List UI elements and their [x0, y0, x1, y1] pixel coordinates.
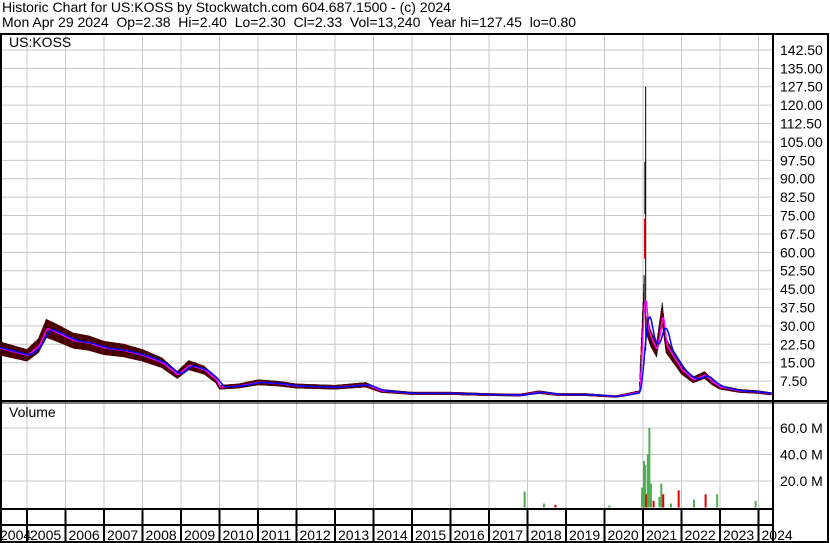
volume-tick-label: 60.0 M [780, 420, 823, 436]
volume-bar [542, 503, 545, 508]
y-tick-label: 90.00 [780, 171, 815, 187]
y-tick-label: 142.50 [780, 42, 823, 58]
x-tick-label: 2024 [762, 527, 793, 543]
x-tick-label: 2022 [685, 527, 716, 543]
stock-chart: US:KOSS Volume 20042005 2006 2007 2008 2009 2… [0, 33, 829, 543]
x-tick-label: 2013 [338, 527, 369, 543]
price-panel-title: US:KOSS [9, 34, 71, 50]
y-tick-label: 52.50 [780, 263, 815, 279]
volume-tick-label: 40.0 M [780, 447, 823, 463]
x-tick-label: 2020 [608, 527, 639, 543]
x-tick-label: 2019 [569, 527, 600, 543]
x-tick-label: 2015 [415, 527, 446, 543]
y-tick-label: 15.00 [780, 355, 815, 371]
y-tick-label: 7.50 [780, 373, 807, 389]
y-tick-label: 30.00 [780, 318, 815, 334]
chart-frame [0, 33, 829, 543]
x-tick-label: 2010 [223, 527, 254, 543]
x-tick-label: 2023 [723, 527, 754, 543]
y-tick-label: 82.50 [780, 189, 815, 205]
volume-bar [554, 504, 557, 508]
volume-bar [662, 494, 665, 508]
x-tick-label: 2014 [377, 527, 408, 543]
y-tick-label: 112.50 [780, 116, 822, 132]
volume-bar [658, 496, 661, 508]
x-tick-label: 2016 [454, 527, 485, 543]
x-tick-label: 2017 [492, 527, 523, 543]
y-tick-label: 105.00 [780, 134, 823, 150]
volume-bar [704, 494, 707, 508]
volume-bar [677, 490, 680, 508]
x-tick-label: 2007 [107, 527, 138, 543]
y-tick-label: 97.50 [780, 152, 815, 168]
volume-bar [669, 503, 672, 508]
x-tick-label: 2005 [30, 527, 61, 543]
volume-bar [660, 483, 663, 508]
y-tick-label: 67.50 [780, 226, 815, 242]
y-tick-label: 75.00 [780, 208, 815, 224]
y-tick-label: 127.50 [780, 79, 823, 95]
x-tick-label: 2011 [261, 527, 291, 543]
x-tick-label: 2006 [69, 527, 100, 543]
volume-bar [693, 499, 696, 508]
x-tick-label: 2009 [184, 527, 215, 543]
y-tick-label: 37.50 [780, 300, 815, 316]
y-tick-label: 60.00 [780, 244, 815, 260]
volume-panel-title: Volume [9, 404, 56, 420]
volume-bar [649, 483, 652, 508]
y-tick-label: 45.00 [780, 281, 815, 297]
y-tick-label: 135.00 [780, 60, 823, 76]
x-tick-label: 2018 [531, 527, 562, 543]
volume-tick-label: 20.0 M [780, 473, 823, 489]
y-tick-label: 120.00 [780, 97, 823, 113]
volume-bar [716, 494, 719, 508]
x-tick-label: 2008 [146, 527, 177, 543]
x-tick-label: 2012 [300, 527, 331, 543]
volume-bar [652, 500, 655, 508]
volume-bar [641, 487, 644, 508]
volume-bar [523, 491, 526, 508]
y-tick-label: 22.50 [780, 336, 815, 352]
volume-bar [608, 505, 611, 508]
long-moving-average-line [0, 316, 772, 398]
x-tick-label: 2021 [646, 527, 677, 543]
volume-bar [754, 500, 757, 508]
